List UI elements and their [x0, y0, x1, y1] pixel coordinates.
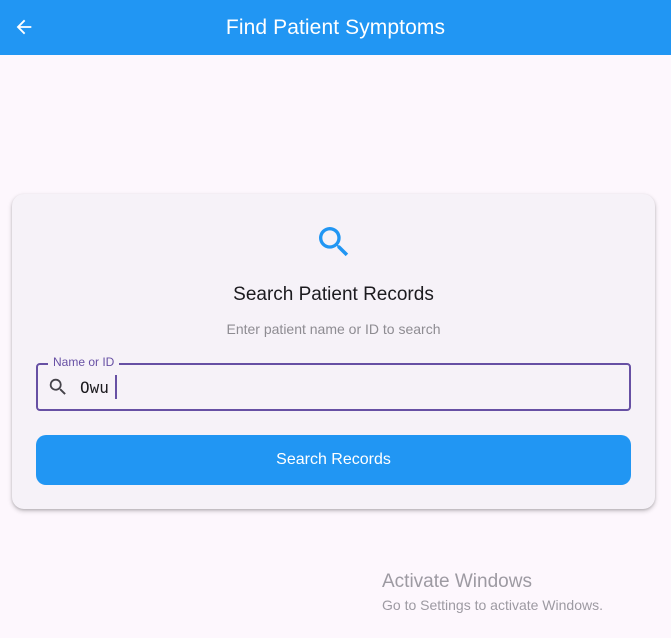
watermark-title: Activate Windows	[382, 571, 532, 592]
watermark-subtitle: Go to Settings to activate Windows.	[382, 597, 603, 613]
search-icon	[319, 227, 349, 257]
activate-windows-watermark: Activate Windows Go to Settings to activ…	[382, 571, 603, 615]
name-or-id-field[interactable]: Name or ID	[36, 355, 631, 411]
search-records-button[interactable]: Search Records	[36, 435, 631, 485]
search-card: Search Patient Records Enter patient nam…	[12, 194, 655, 509]
arrow-left-icon	[16, 19, 32, 35]
back-button[interactable]	[8, 11, 40, 43]
search-icon	[49, 378, 66, 395]
search-input[interactable]	[80, 365, 610, 409]
text-caret	[115, 375, 117, 399]
page-title: Find Patient Symptoms	[225, 15, 446, 39]
card-title: Search Patient Records	[233, 284, 434, 305]
app-bar: Find Patient Symptoms	[0, 0, 671, 55]
card-subtitle: Enter patient name or ID to search	[226, 321, 441, 337]
